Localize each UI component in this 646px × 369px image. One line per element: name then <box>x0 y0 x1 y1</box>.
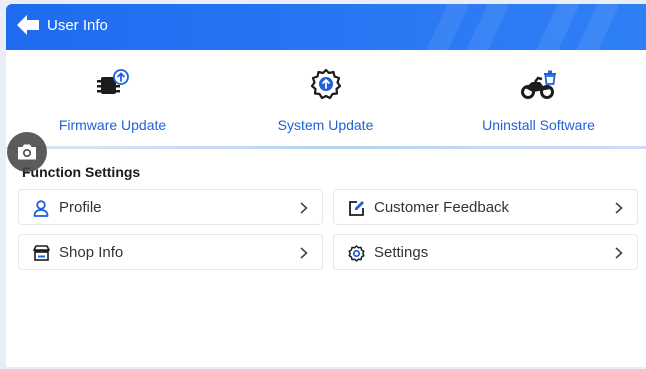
settings-label: Settings <box>374 244 429 261</box>
chevron-right-icon <box>300 202 308 214</box>
quick-actions-card: Firmware Update System Update Uninstall … <box>6 50 646 149</box>
camera-button[interactable] <box>7 132 47 172</box>
store-icon <box>32 245 50 261</box>
customer-feedback-item[interactable]: Customer Feedback <box>333 189 638 225</box>
firmware-upload-icon <box>96 69 129 94</box>
edit-icon <box>348 200 364 216</box>
shop-info-label: Shop Info <box>59 244 124 261</box>
gear-upload-icon <box>310 68 341 100</box>
function-settings-card: Function Settings Profile Customer Feedb <box>6 149 646 367</box>
header-stripe <box>569 4 625 50</box>
customer-feedback-label: Customer Feedback <box>374 199 510 216</box>
settings-item[interactable]: Settings <box>333 234 638 270</box>
uninstall-software-button[interactable]: Uninstall Software <box>432 50 645 146</box>
page-title: User Info <box>47 17 108 34</box>
app-root: User Info Firmware Update System Update … <box>0 0 646 369</box>
header-stripe <box>529 4 585 50</box>
motorcycle-trash-icon <box>520 70 556 99</box>
header-stripe <box>459 4 515 50</box>
system-update-label: System Update <box>277 117 374 133</box>
shop-info-item[interactable]: Shop Info <box>18 234 323 270</box>
gear-icon <box>347 244 365 262</box>
chevron-right-icon <box>615 247 623 259</box>
arrow-left-icon <box>17 15 39 35</box>
system-update-button[interactable]: System Update <box>219 50 432 146</box>
chevron-right-icon <box>615 202 623 214</box>
header-bar: User Info <box>6 4 646 50</box>
uninstall-software-label: Uninstall Software <box>482 117 595 133</box>
firmware-update-label: Firmware Update <box>58 117 167 133</box>
chevron-right-icon <box>300 247 308 259</box>
person-icon <box>33 199 49 217</box>
back-button[interactable] <box>16 13 40 37</box>
firmware-update-button[interactable]: Firmware Update <box>6 50 219 146</box>
camera-icon <box>18 144 36 160</box>
profile-item[interactable]: Profile <box>18 189 323 225</box>
profile-label: Profile <box>59 199 102 216</box>
header-stripe <box>419 4 475 50</box>
